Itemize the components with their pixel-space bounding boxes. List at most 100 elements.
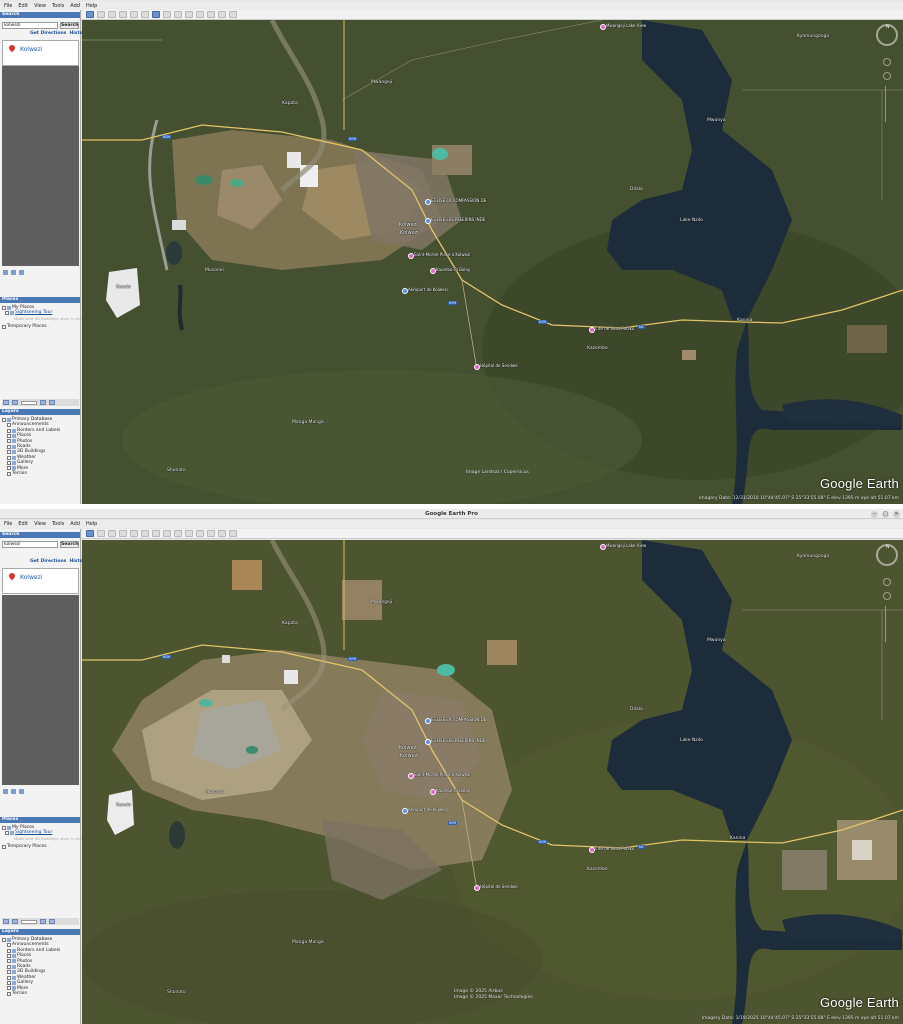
search-result-name[interactable]: Kolwezi <box>20 574 42 581</box>
print-icon[interactable] <box>19 270 24 275</box>
poi-aeroport[interactable]: Aéroport de Kolwezi <box>402 287 448 294</box>
compass-ring[interactable]: N <box>876 544 898 566</box>
poi-sasa-pelaku[interactable]: Cité de Sasa Pelaku <box>589 846 634 853</box>
placemark-icon[interactable] <box>97 530 105 537</box>
search-input[interactable]: kolwezi <box>2 541 58 548</box>
email-icon[interactable] <box>196 11 204 18</box>
search-places-icon[interactable] <box>3 919 9 924</box>
checkbox[interactable] <box>7 980 11 985</box>
opacity-slider[interactable] <box>21 919 37 924</box>
opacity-slider[interactable] <box>21 400 37 405</box>
menu-edit[interactable]: Edit <box>18 3 28 9</box>
menu-tools[interactable]: Tools <box>52 3 64 9</box>
checkbox[interactable] <box>7 959 11 964</box>
view-in-maps-icon[interactable] <box>229 530 237 537</box>
compass-ring[interactable]: N <box>876 24 898 46</box>
poi-hopital[interactable]: Hôpital de Sendwe <box>474 363 518 370</box>
print-icon[interactable] <box>19 789 24 794</box>
places-temporary[interactable]: Temporary Places <box>7 844 47 849</box>
planets-icon[interactable] <box>174 11 182 18</box>
copy-icon[interactable] <box>3 270 8 275</box>
search-result-name[interactable]: Kolwezi <box>20 46 42 53</box>
search-places-icon[interactable] <box>3 400 9 405</box>
get-directions-link[interactable]: Get Directions <box>30 559 66 564</box>
close-icon[interactable]: × <box>893 511 900 518</box>
save-image-icon[interactable] <box>218 11 226 18</box>
layers-panel-header[interactable]: Layers <box>0 929 80 935</box>
poi-lake-view[interactable]: Mwangeji Lake View <box>600 543 646 550</box>
checkbox[interactable] <box>7 439 11 444</box>
menu-view[interactable]: View <box>34 3 46 9</box>
ruler-icon[interactable] <box>185 530 193 537</box>
copy-icon[interactable] <box>3 789 8 794</box>
places-panel-header[interactable]: Places <box>0 297 80 303</box>
save-image-icon[interactable] <box>218 530 226 537</box>
poi-eglise-pelerins[interactable]: EGLISE LES PELERINS INDE <box>425 738 485 745</box>
menu-file[interactable]: File <box>4 521 12 527</box>
menu-view[interactable]: View <box>34 521 46 527</box>
checkbox[interactable] <box>7 466 11 471</box>
checkbox[interactable] <box>2 825 6 830</box>
poi-kaumbo[interactable]: Kaumbo-Ta Bolay <box>430 788 470 795</box>
map-view[interactable]: Mwangeji Kolwezi Kolwezi Lake Nzilo Mang… <box>82 20 903 504</box>
menu-help[interactable]: Help <box>86 3 97 9</box>
menu-edit[interactable]: Edit <box>18 521 28 527</box>
search-button[interactable]: Search <box>60 22 79 29</box>
poi-hopital[interactable]: Hôpital de Sendwe <box>474 884 518 891</box>
checkbox[interactable] <box>2 324 6 329</box>
zoom-slider[interactable] <box>885 606 891 642</box>
checkbox[interactable] <box>7 953 11 958</box>
layer-terrain[interactable]: Terrain <box>12 991 27 996</box>
historical-imagery-icon[interactable] <box>152 530 160 537</box>
search-button[interactable]: Search <box>60 541 79 548</box>
print-icon[interactable] <box>207 530 215 537</box>
checkbox[interactable] <box>7 970 11 975</box>
get-directions-link[interactable]: Get Directions <box>30 31 66 36</box>
checkbox[interactable] <box>7 471 11 476</box>
refresh-icon[interactable] <box>11 789 16 794</box>
path-icon[interactable] <box>119 530 127 537</box>
checkbox[interactable] <box>7 423 11 428</box>
checkbox[interactable] <box>7 433 11 438</box>
record-tour-icon[interactable] <box>141 11 149 18</box>
print-icon[interactable] <box>207 11 215 18</box>
checkbox[interactable] <box>7 450 11 455</box>
sunlight-icon[interactable] <box>163 11 171 18</box>
checkbox[interactable] <box>7 455 11 460</box>
checkbox[interactable] <box>2 417 6 422</box>
poi-sasa-pelaku[interactable]: Cité de Sasa Pelaku <box>589 326 634 333</box>
refresh-icon[interactable] <box>11 270 16 275</box>
move-joystick-icon[interactable] <box>883 72 891 80</box>
poi-saint-michel[interactable]: Saint-Michel Place à Kolwezi <box>408 772 470 779</box>
image-overlay-icon[interactable] <box>130 530 138 537</box>
look-joystick-icon[interactable] <box>883 58 891 66</box>
checkbox[interactable] <box>7 991 11 996</box>
checkbox[interactable] <box>7 943 11 948</box>
view-in-maps-icon[interactable] <box>229 11 237 18</box>
checkbox[interactable] <box>5 831 9 836</box>
menu-tools[interactable]: Tools <box>52 521 64 527</box>
menu-add[interactable]: Add <box>70 521 80 527</box>
poi-kaumbo[interactable]: Kaumbo-Ta Bolay <box>430 267 470 274</box>
sunlight-icon[interactable] <box>163 530 171 537</box>
checkbox[interactable] <box>7 975 11 980</box>
down-arrow-icon[interactable] <box>49 400 55 405</box>
hide-sidebar-button[interactable] <box>86 530 94 537</box>
ruler-icon[interactable] <box>185 11 193 18</box>
record-tour-icon[interactable] <box>141 530 149 537</box>
maximize-icon[interactable]: □ <box>882 511 889 518</box>
down-arrow-icon[interactable] <box>49 919 55 924</box>
planets-icon[interactable] <box>174 530 182 537</box>
checkbox[interactable] <box>7 428 11 433</box>
map-view[interactable]: Mwangeji Kolwezi Kolwezi Lake Nzilo Mang… <box>82 540 903 1024</box>
search-panel-header[interactable]: Search <box>0 532 80 538</box>
sidebar-toggle-icon[interactable] <box>12 400 18 405</box>
zoom-slider[interactable] <box>885 86 891 122</box>
menu-help[interactable]: Help <box>86 521 97 527</box>
sidebar-toggle-icon[interactable] <box>12 919 18 924</box>
search-result[interactable]: Kolwezi <box>2 568 79 594</box>
up-arrow-icon[interactable] <box>40 400 46 405</box>
checkbox[interactable] <box>7 986 11 991</box>
checkbox[interactable] <box>7 444 11 449</box>
poi-lake-view[interactable]: Mwangeji Lake View <box>600 23 646 30</box>
